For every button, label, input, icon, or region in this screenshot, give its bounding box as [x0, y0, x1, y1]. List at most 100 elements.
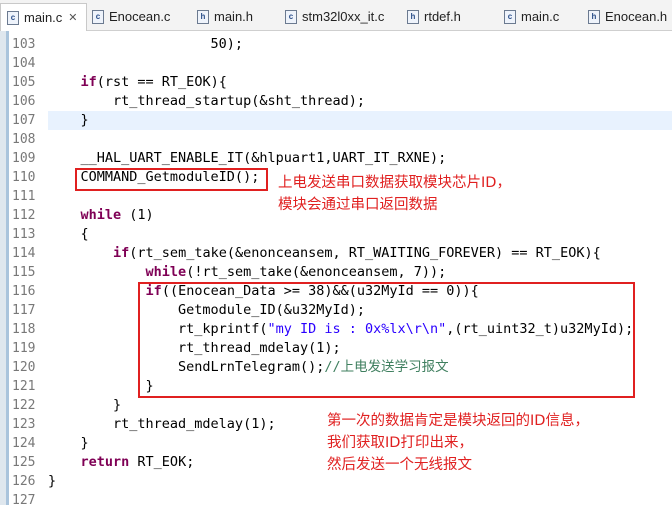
- line-number: 120: [12, 360, 36, 375]
- code-token: }: [48, 112, 89, 128]
- code-text: while(!rt_sem_take(&enonceansem, 7));: [48, 263, 447, 282]
- tab-main-c[interactable]: c main.c ✕: [0, 3, 87, 31]
- line-number: 107: [12, 113, 36, 128]
- code-line: 104: [0, 54, 672, 73]
- line-number: 116: [12, 284, 36, 299]
- code-text: if(rt_sem_take(&enonceansem, RT_WAITING_…: [48, 244, 601, 263]
- tab-label: Enocean.c: [109, 9, 171, 24]
- code-keyword: while: [145, 264, 187, 280]
- line-number: 110: [12, 170, 36, 185]
- code-token: }: [48, 435, 89, 451]
- line-number: 125: [12, 455, 36, 470]
- code-text: }: [48, 434, 89, 453]
- code-line: 108: [0, 130, 672, 149]
- code-text: 50);: [48, 35, 244, 54]
- line-number: 105: [12, 75, 36, 90]
- code-text: while (1): [48, 206, 154, 225]
- code-token: (1): [121, 207, 154, 223]
- code-token: 50);: [48, 36, 244, 52]
- line-number: 115: [12, 265, 36, 280]
- line-number: 108: [12, 132, 36, 147]
- code-text: rt_thread_startup(&sht_thread);: [48, 92, 365, 111]
- tab-label: rtdef.h: [424, 9, 461, 24]
- tab-rtdef-h[interactable]: h rtdef.h: [401, 4, 469, 29]
- code-token: rt_thread_startup(&sht_thread);: [48, 93, 365, 109]
- tab-label: main.c: [521, 9, 560, 24]
- code-line: 115 while(!rt_sem_take(&enonceansem, 7))…: [0, 263, 672, 282]
- tab-enocean-c[interactable]: c Enocean.c: [86, 4, 178, 29]
- code-token: rt_thread_mdelay(1);: [48, 416, 276, 432]
- tab-stm32l0xx-it-c[interactable]: c stm32l0xx_it.c: [279, 4, 392, 29]
- code-text: __HAL_UART_ENABLE_IT(&hlpuart1,UART_IT_R…: [48, 149, 447, 168]
- line-number: 122: [12, 398, 36, 413]
- line-number: 103: [12, 37, 36, 52]
- code-token: (!rt_sem_take(&enonceansem, 7));: [186, 264, 447, 280]
- h-file-icon: h: [588, 9, 600, 24]
- highlight-box-getmoduleid: [75, 168, 268, 191]
- code-line: 113 {: [0, 225, 672, 244]
- code-text: {: [48, 225, 89, 244]
- line-number: 127: [12, 493, 36, 508]
- c-file-icon: c: [504, 9, 516, 24]
- code-text: rt_thread_mdelay(1);: [48, 415, 276, 434]
- code-token: }: [48, 397, 122, 413]
- h-file-icon: h: [407, 9, 419, 24]
- line-number: 124: [12, 436, 36, 451]
- tab-label: Enocean.h: [605, 9, 668, 24]
- code-token: (rt_sem_take(&enonceansem, RT_WAITING_FO…: [129, 245, 601, 261]
- code-line: 106 rt_thread_startup(&sht_thread);: [0, 92, 672, 111]
- close-icon[interactable]: ✕: [68, 11, 77, 24]
- code-text: }: [48, 396, 121, 415]
- annotation-first-data-explanation: 第一次的数据肯定是模块返回的ID信息， 我们获取ID打印出来， 然后发送一个无线…: [327, 413, 589, 473]
- line-number: 106: [12, 94, 36, 109]
- code-line: 109 __HAL_UART_ENABLE_IT(&hlpuart1,UART_…: [0, 149, 672, 168]
- code-text: }: [48, 111, 89, 130]
- code-line: 127: [0, 491, 672, 510]
- code-text: if(rst == RT_EOK){: [48, 73, 227, 92]
- code-text: return RT_EOK;: [48, 453, 195, 472]
- code-token: }: [48, 473, 57, 489]
- code-line: 114 if(rt_sem_take(&enonceansem, RT_WAIT…: [0, 244, 672, 263]
- line-number: 111: [12, 189, 36, 204]
- code-text: }: [48, 472, 56, 491]
- code-line: 105 if(rst == RT_EOK){: [0, 73, 672, 92]
- c-file-icon: c: [285, 9, 297, 24]
- editor-tab-bar: c main.c ✕ c Enocean.c h main.h c stm32l0xx_it.c…: [0, 0, 672, 31]
- tab-main-h[interactable]: h main.h: [191, 4, 261, 29]
- code-token: (rst == RT_EOK){: [96, 74, 227, 90]
- code-keyword: return: [80, 454, 130, 470]
- c-file-icon: c: [92, 9, 104, 24]
- line-number: 114: [12, 246, 36, 261]
- tab-label: main.h: [214, 9, 254, 24]
- line-number: 104: [12, 56, 36, 71]
- line-number: 118: [12, 322, 36, 337]
- h-file-icon: h: [197, 9, 209, 24]
- code-keyword: if: [113, 245, 130, 261]
- code-token: __HAL_UART_ENABLE_IT(&hlpuart1,UART_IT_R…: [48, 150, 447, 166]
- line-number: 123: [12, 417, 36, 432]
- code-line: 107 }: [0, 111, 672, 130]
- c-file-icon: c: [7, 10, 19, 25]
- tab-label: stm32l0xx_it.c: [302, 9, 385, 24]
- code-keyword: while: [80, 207, 122, 223]
- line-number: 112: [12, 208, 36, 223]
- code-token: RT_EOK;: [129, 454, 195, 470]
- tab-main-c[interactable]: c main.c: [498, 4, 567, 29]
- line-number: 113: [12, 227, 36, 242]
- code-line: 103 50);: [0, 35, 672, 54]
- line-number: 121: [12, 379, 36, 394]
- tab-label: main.c: [24, 10, 63, 25]
- annotation-module-id-request: 上电发送串口数据获取模块芯片ID， 模块会通过串口返回数据: [278, 175, 511, 213]
- line-number: 126: [12, 474, 36, 489]
- tab-enocean-h[interactable]: h Enocean.h: [582, 4, 672, 29]
- line-number: 119: [12, 341, 36, 356]
- line-number: 109: [12, 151, 36, 166]
- line-number: 117: [12, 303, 36, 318]
- code-keyword: if: [80, 74, 97, 90]
